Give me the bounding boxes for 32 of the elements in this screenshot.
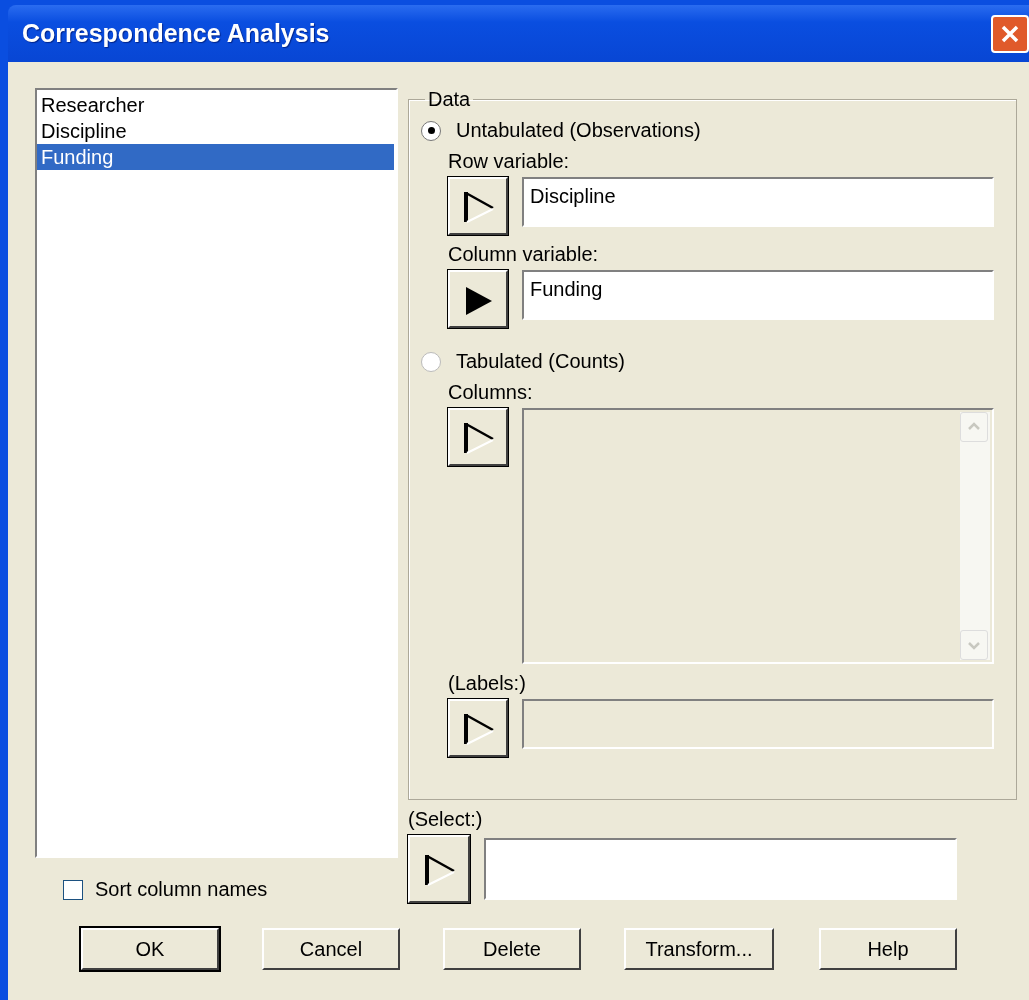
assign-button[interactable] (448, 270, 508, 328)
dialog-button[interactable]: Delete (443, 928, 581, 970)
assign-button[interactable] (448, 408, 508, 466)
variable-item[interactable]: Researcher (37, 92, 394, 118)
input-field[interactable] (484, 838, 957, 900)
window-title: Correspondence Analysis (22, 19, 330, 48)
input-field[interactable]: Discipline (522, 177, 994, 227)
assign-button[interactable] (448, 177, 508, 235)
field-label: Row variable: (448, 150, 571, 173)
group-title: Data (427, 88, 472, 111)
assign-button[interactable] (448, 699, 508, 757)
field-label: Column variable: (448, 243, 600, 266)
field-label: (Labels:) (448, 672, 527, 695)
radio-label: Tabulated (Counts) (456, 350, 625, 373)
checkbox-label: Sort column names (95, 878, 268, 901)
assign-button[interactable] (408, 835, 470, 903)
input-field[interactable] (522, 699, 994, 749)
field-label: (Select:) (408, 808, 484, 831)
radio-label: Untabulated (Observations) (456, 119, 701, 142)
dialog-button[interactable]: Help (819, 928, 957, 970)
dialog-button[interactable]: OK (81, 928, 219, 970)
sort-checkbox[interactable] (63, 879, 83, 900)
field-label: Columns: (448, 381, 534, 404)
columns-list-field[interactable] (522, 408, 994, 664)
variable-item[interactable]: Discipline (37, 118, 394, 144)
dialog-button[interactable]: Cancel (262, 928, 400, 970)
radio-button[interactable] (421, 351, 441, 372)
input-field[interactable]: Funding (522, 270, 994, 320)
close-button[interactable] (991, 14, 1029, 53)
radio-button[interactable] (421, 120, 441, 141)
dialog-button[interactable]: Transform... (624, 928, 774, 970)
variable-item[interactable]: Funding (37, 144, 394, 170)
